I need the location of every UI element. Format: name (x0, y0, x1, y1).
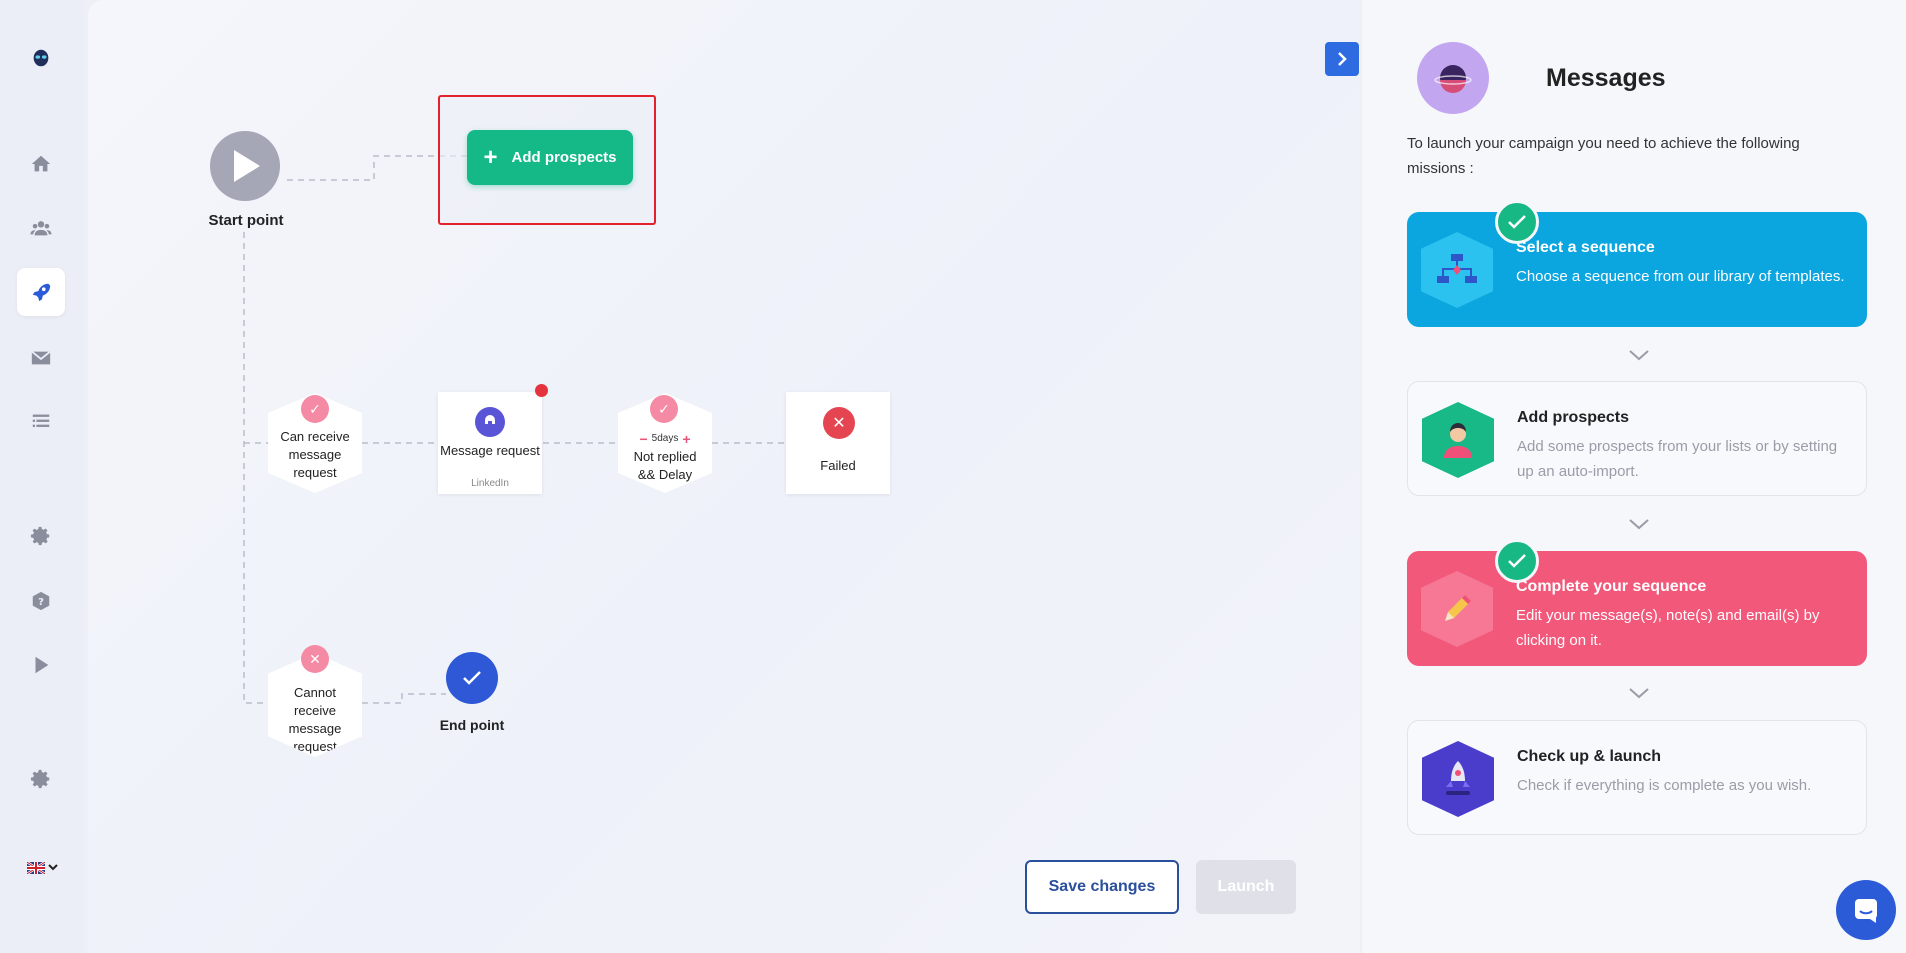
mission-check-up-launch[interactable]: Check up & launch Check if everything is… (1407, 720, 1867, 835)
chat-icon (1855, 899, 1877, 923)
rocket-launch-icon (1422, 741, 1494, 817)
launch-button[interactable]: Launch (1196, 860, 1296, 914)
save-changes-button[interactable]: Save changes (1025, 860, 1179, 914)
chevron-down-icon (1629, 688, 1649, 699)
delay-controls: − 5days + (625, 430, 705, 448)
failed-label: Failed (820, 458, 856, 473)
end-point-node[interactable] (446, 652, 498, 704)
check-icon: ✓ (301, 395, 329, 423)
delay-value: 5days (651, 433, 679, 444)
unsaved-indicator-icon (535, 384, 548, 397)
pencil-icon (1421, 571, 1493, 647)
start-point-label: Start point (208, 212, 284, 229)
play-icon (234, 150, 260, 182)
chevron-down-icon (1629, 519, 1649, 530)
mission-select-sequence[interactable]: Select a sequence Choose a sequence from… (1407, 212, 1867, 327)
decrease-delay-button[interactable]: − (639, 430, 647, 448)
mission-description: Choose a sequence from our library of te… (1516, 268, 1845, 285)
check-icon (463, 671, 481, 685)
panel-intro: To launch your campaign you need to achi… (1407, 135, 1800, 177)
add-prospects-button[interactable]: + Add prospects (467, 130, 633, 185)
plus-icon: + (483, 143, 498, 171)
panel-title: Messages (1546, 64, 1666, 92)
mission-description: Add some prospects from your lists or by… (1517, 438, 1838, 480)
increase-delay-button[interactable]: + (682, 430, 690, 448)
collapse-panel-button[interactable] (1325, 42, 1359, 76)
planet-icon (1417, 42, 1489, 114)
mission-title: Complete your sequence (1516, 578, 1707, 595)
chat-support-button[interactable] (1836, 880, 1896, 940)
mission-description: Edit your message(s), note(s) and email(… (1516, 607, 1820, 649)
check-icon (1495, 200, 1539, 244)
message-request-channel: LinkedIn (471, 478, 509, 489)
delay-condition-label: Not replied && Delay (633, 449, 697, 482)
failed-node[interactable]: ✕ Failed (786, 392, 890, 494)
add-prospects-label: Add prospects (511, 149, 617, 166)
condition-can-receive-label: Can receive message request (280, 429, 350, 480)
mission-complete-sequence[interactable]: Complete your sequence Edit your message… (1407, 551, 1867, 666)
mission-title: Select a sequence (1516, 239, 1655, 256)
check-icon (1495, 539, 1539, 583)
mission-description: Check if everything is complete as you w… (1517, 777, 1812, 794)
chevron-right-icon (1338, 52, 1347, 66)
end-point-label: End point (439, 717, 505, 733)
start-point-node[interactable] (210, 131, 280, 201)
check-icon: ✓ (650, 395, 678, 423)
chevron-down-icon (1629, 350, 1649, 361)
missions-panel: Messages To launch your campaign you nee… (1362, 0, 1906, 953)
message-request-node[interactable]: Message request LinkedIn (438, 392, 542, 494)
sequence-icon (1421, 232, 1493, 308)
close-icon: ✕ (301, 645, 329, 673)
message-icon (475, 407, 505, 437)
mission-title: Add prospects (1517, 409, 1630, 426)
mission-add-prospects[interactable]: Add prospects Add some prospects from yo… (1407, 381, 1867, 496)
prospect-icon (1422, 402, 1494, 478)
message-request-title: Message request (440, 443, 540, 458)
mission-title: Check up & launch (1517, 748, 1662, 765)
close-icon: ✕ (823, 407, 855, 439)
